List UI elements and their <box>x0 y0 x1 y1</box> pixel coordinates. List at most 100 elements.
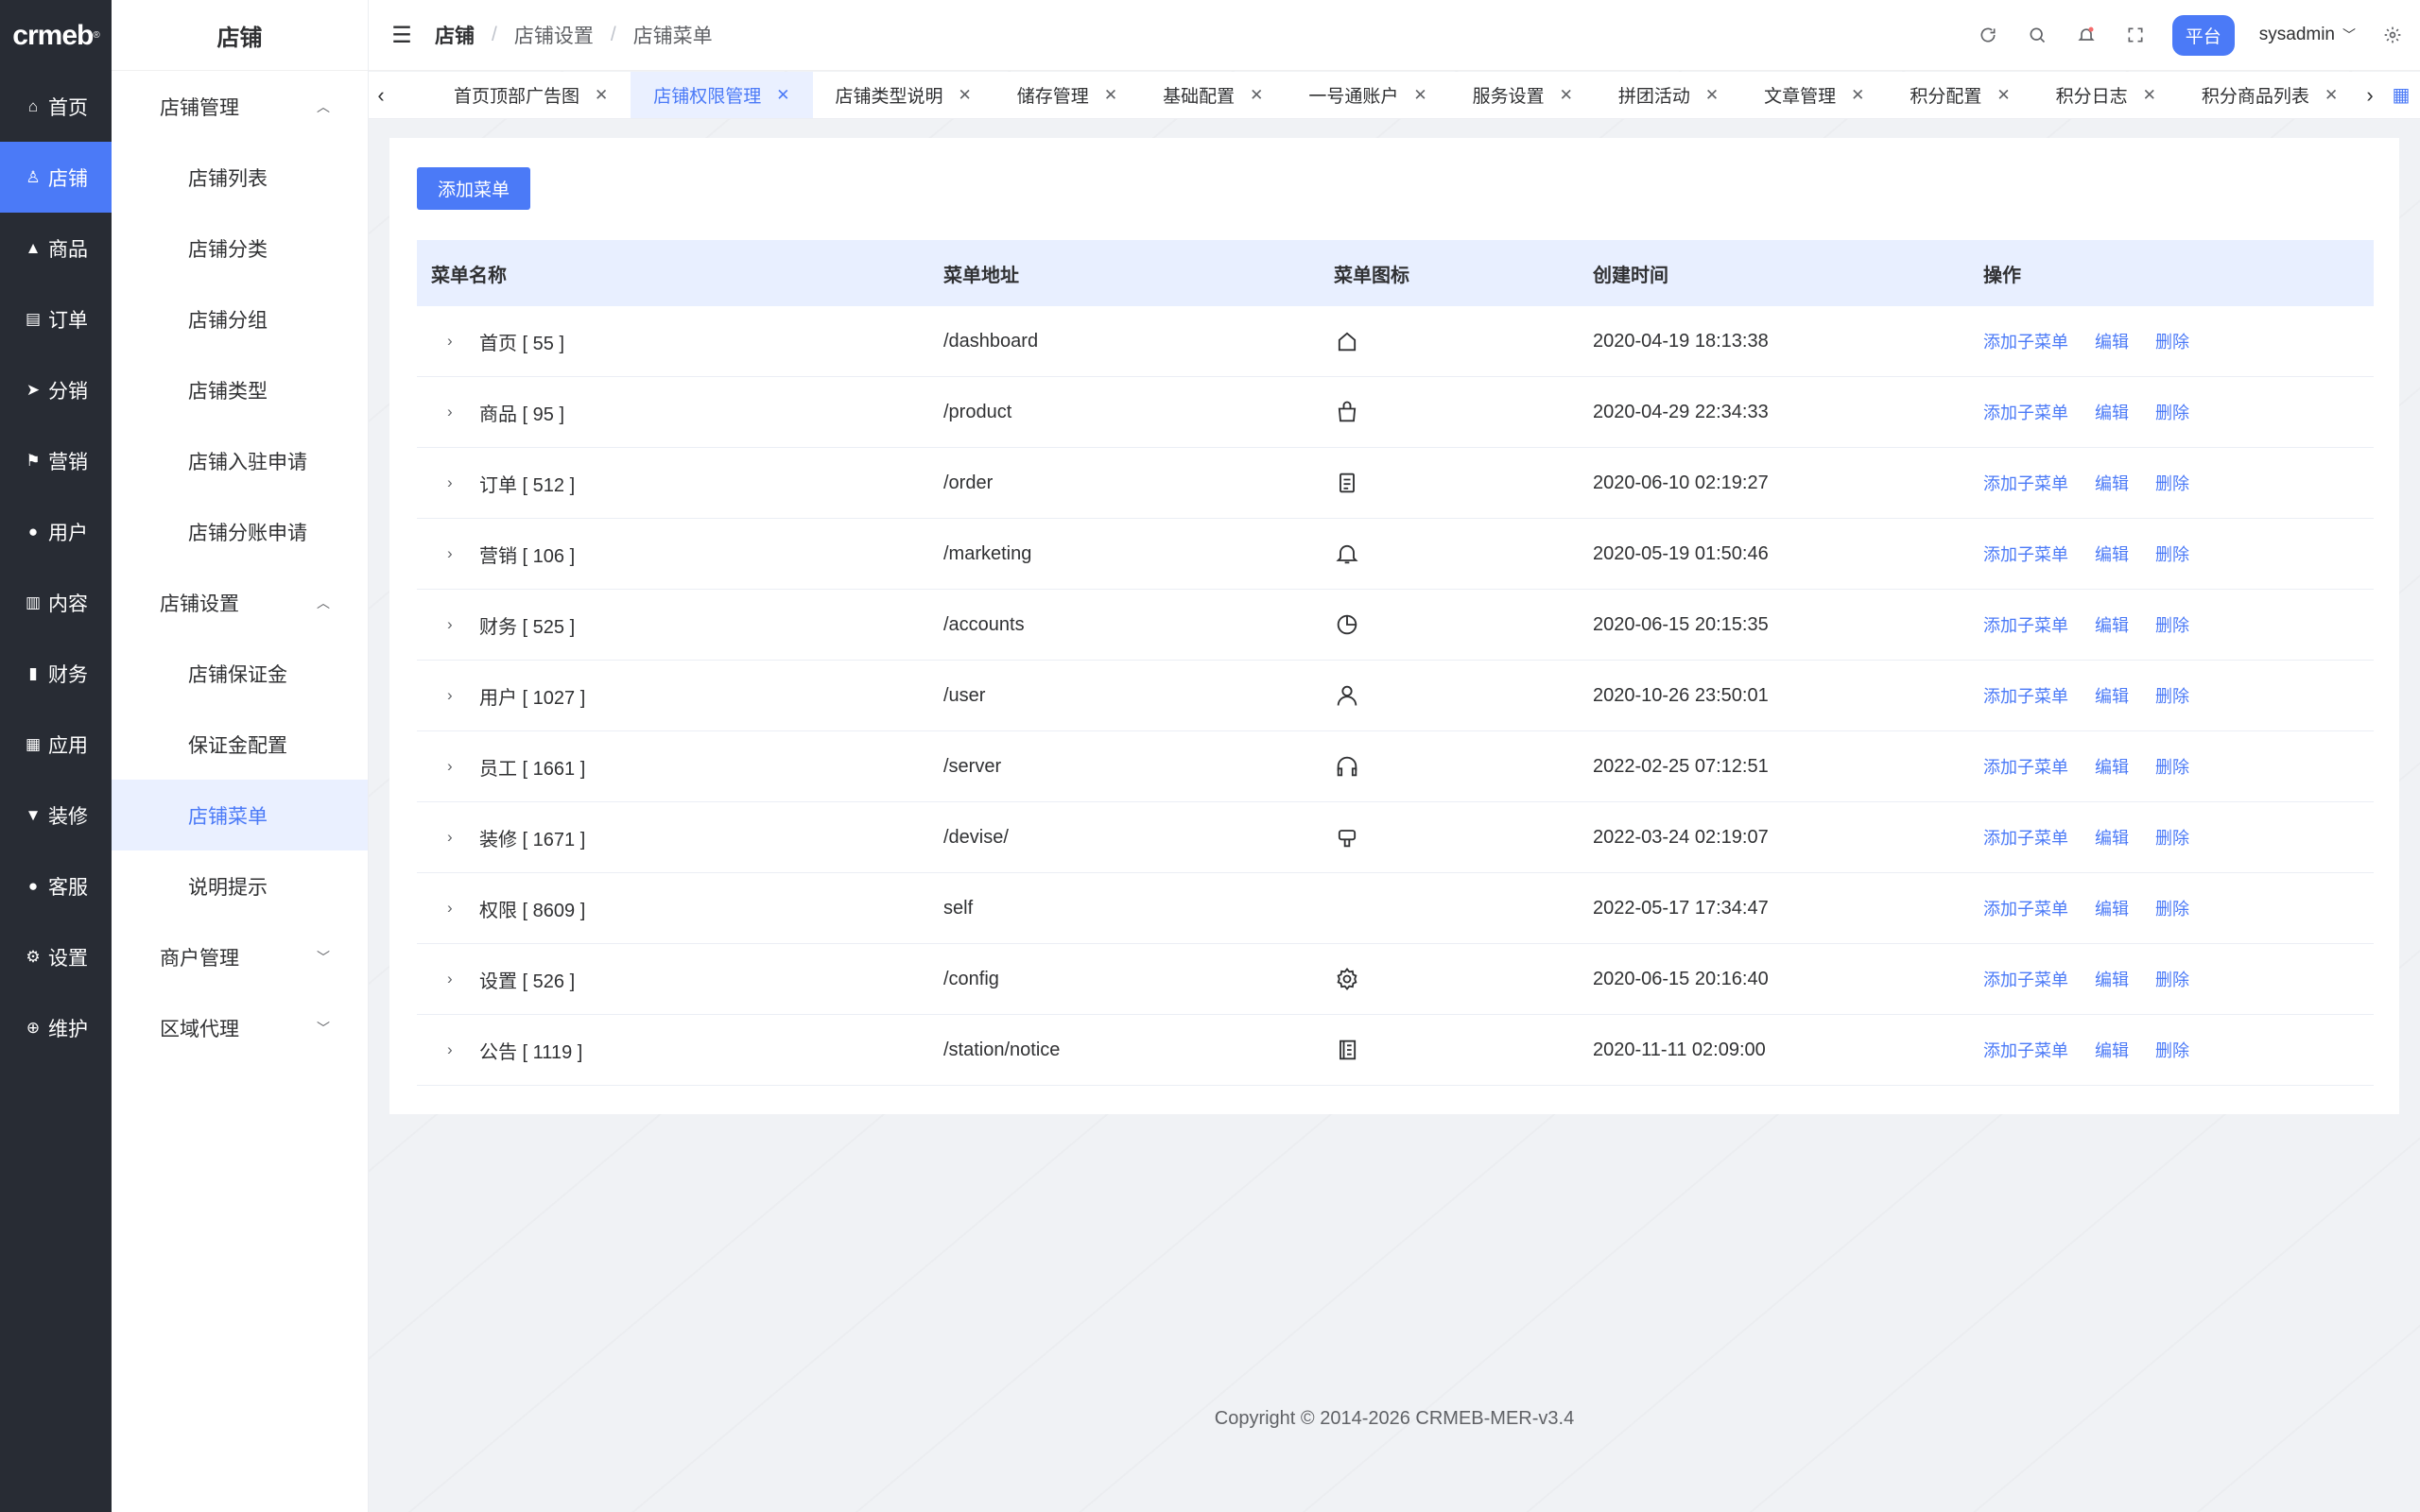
page-tab[interactable]: 拼团活动 ✕ <box>1596 72 1741 118</box>
fullscreen-icon[interactable] <box>2123 23 2148 47</box>
close-tab-icon[interactable]: ✕ <box>1104 86 1117 105</box>
close-tab-icon[interactable]: ✕ <box>595 86 608 105</box>
edit-link[interactable]: 编辑 <box>2095 329 2129 353</box>
crmeb-logo[interactable]: crmeb ® <box>0 0 112 71</box>
close-tab-icon[interactable]: ✕ <box>1705 86 1719 105</box>
notification-bell-icon[interactable] <box>2074 23 2099 47</box>
rail-item[interactable]: ▲ 商品 <box>0 213 112 284</box>
delete-link[interactable]: 删除 <box>2155 541 2189 566</box>
close-tab-icon[interactable]: ✕ <box>1996 86 2010 105</box>
delete-link[interactable]: 删除 <box>2155 825 2189 850</box>
add-submenu-link[interactable]: 添加子菜单 <box>1983 825 2068 850</box>
delete-link[interactable]: 删除 <box>2155 612 2189 637</box>
page-tab[interactable]: 一号通账户 ✕ <box>1286 72 1449 118</box>
delete-link[interactable]: 删除 <box>2155 471 2189 495</box>
breadcrumb-item[interactable]: 店铺设置 <box>514 21 594 49</box>
expand-row-icon[interactable]: › <box>447 828 479 847</box>
expand-row-icon[interactable]: › <box>447 403 479 421</box>
rail-item[interactable]: ♙ 店铺 <box>0 142 112 213</box>
sidebar-item[interactable]: 店铺入驻申请 <box>112 425 368 496</box>
add-submenu-link[interactable]: 添加子菜单 <box>1983 896 2068 920</box>
page-tab[interactable]: 积分商品列表 ✕ <box>2179 72 2358 118</box>
tabs-scroll-right-icon[interactable]: › <box>2358 83 2382 108</box>
rail-item[interactable]: ⚑ 营销 <box>0 425 112 496</box>
sidebar-item[interactable]: 店铺分组 <box>112 284 368 354</box>
add-submenu-link[interactable]: 添加子菜单 <box>1983 329 2068 353</box>
edit-link[interactable]: 编辑 <box>2095 754 2129 779</box>
expand-row-icon[interactable]: › <box>447 757 479 776</box>
rail-item[interactable]: ● 用户 <box>0 496 112 567</box>
edit-link[interactable]: 编辑 <box>2095 541 2129 566</box>
collapse-menu-icon[interactable]: ☰ <box>369 22 435 49</box>
delete-link[interactable]: 删除 <box>2155 1038 2189 1062</box>
page-tab[interactable]: 积分配置 ✕ <box>1887 72 2032 118</box>
edit-link[interactable]: 编辑 <box>2095 896 2129 920</box>
add-submenu-link[interactable]: 添加子菜单 <box>1983 683 2068 708</box>
rail-item[interactable]: ● 客服 <box>0 850 112 921</box>
delete-link[interactable]: 删除 <box>2155 967 2189 991</box>
edit-link[interactable]: 编辑 <box>2095 825 2129 850</box>
sidebar-item[interactable]: 店铺分账申请 <box>112 496 368 567</box>
rail-item[interactable]: ➤ 分销 <box>0 354 112 425</box>
close-tab-icon[interactable]: ✕ <box>1250 86 1263 105</box>
edit-link[interactable]: 编辑 <box>2095 967 2129 991</box>
expand-row-icon[interactable]: › <box>447 899 479 918</box>
tabs-scroll-left-icon[interactable]: ‹ <box>369 83 393 108</box>
close-tab-icon[interactable]: ✕ <box>959 86 972 105</box>
close-tab-icon[interactable]: ✕ <box>1851 86 1864 105</box>
delete-link[interactable]: 删除 <box>2155 400 2189 424</box>
add-submenu-link[interactable]: 添加子菜单 <box>1983 400 2068 424</box>
close-tab-icon[interactable]: ✕ <box>2325 86 2338 105</box>
delete-link[interactable]: 删除 <box>2155 329 2189 353</box>
page-tab[interactable]: 储存管理 ✕ <box>994 72 1140 118</box>
edit-link[interactable]: 编辑 <box>2095 400 2129 424</box>
edit-link[interactable]: 编辑 <box>2095 1038 2129 1062</box>
refresh-icon[interactable] <box>1976 23 2000 47</box>
edit-link[interactable]: 编辑 <box>2095 612 2129 637</box>
rail-item[interactable]: ▮ 财务 <box>0 638 112 709</box>
expand-row-icon[interactable]: › <box>447 332 479 351</box>
page-tab[interactable]: 积分日志 ✕ <box>2033 72 2179 118</box>
expand-row-icon[interactable]: › <box>447 544 479 563</box>
add-submenu-link[interactable]: 添加子菜单 <box>1983 754 2068 779</box>
rail-item[interactable]: ▼ 装修 <box>0 780 112 850</box>
close-tab-icon[interactable]: ✕ <box>776 86 789 105</box>
add-submenu-link[interactable]: 添加子菜单 <box>1983 541 2068 566</box>
add-menu-button[interactable]: 添加菜单 <box>417 167 530 210</box>
search-icon[interactable] <box>2025 23 2049 47</box>
edit-link[interactable]: 编辑 <box>2095 683 2129 708</box>
sidebar-item[interactable]: 店铺类型 <box>112 354 368 425</box>
rail-item[interactable]: ▦ 应用 <box>0 709 112 780</box>
add-submenu-link[interactable]: 添加子菜单 <box>1983 967 2068 991</box>
add-submenu-link[interactable]: 添加子菜单 <box>1983 1038 2068 1062</box>
delete-link[interactable]: 删除 <box>2155 754 2189 779</box>
page-tab[interactable]: 服务设置 ✕ <box>1450 72 1596 118</box>
close-tab-icon[interactable]: ✕ <box>1413 86 1426 105</box>
sidebar-group[interactable]: 店铺设置 ︿ <box>112 567 368 638</box>
expand-row-icon[interactable]: › <box>447 473 479 492</box>
add-submenu-link[interactable]: 添加子菜单 <box>1983 471 2068 495</box>
close-tab-icon[interactable]: ✕ <box>1560 86 1573 105</box>
expand-row-icon[interactable]: › <box>447 686 479 705</box>
delete-link[interactable]: 删除 <box>2155 683 2189 708</box>
delete-link[interactable]: 删除 <box>2155 896 2189 920</box>
rail-item[interactable]: ⊕ 维护 <box>0 992 112 1063</box>
tabs-menu-grid-icon[interactable]: ▦ <box>2382 83 2420 107</box>
add-submenu-link[interactable]: 添加子菜单 <box>1983 612 2068 637</box>
sidebar-item[interactable]: 保证金配置 <box>112 709 368 780</box>
page-tab[interactable]: 首页顶部广告图 ✕ <box>431 72 631 118</box>
expand-row-icon[interactable]: › <box>447 615 479 634</box>
settings-gear-icon[interactable] <box>2380 23 2405 47</box>
expand-row-icon[interactable]: › <box>447 1040 479 1059</box>
sidebar-item[interactable]: 店铺菜单 <box>112 780 368 850</box>
sidebar-item[interactable]: 店铺保证金 <box>112 638 368 709</box>
expand-row-icon[interactable]: › <box>447 970 479 988</box>
breadcrumb-item[interactable]: 店铺 <box>435 21 475 49</box>
edit-link[interactable]: 编辑 <box>2095 471 2129 495</box>
user-menu[interactable]: sysadmin ﹀ <box>2259 25 2356 45</box>
sidebar-item[interactable]: 店铺分类 <box>112 213 368 284</box>
rail-item[interactable]: ⚙ 设置 <box>0 921 112 992</box>
close-tab-icon[interactable]: ✕ <box>2143 86 2156 105</box>
sidebar-group[interactable]: 区域代理 ﹀ <box>112 992 368 1063</box>
rail-item[interactable]: ▤ 订单 <box>0 284 112 354</box>
